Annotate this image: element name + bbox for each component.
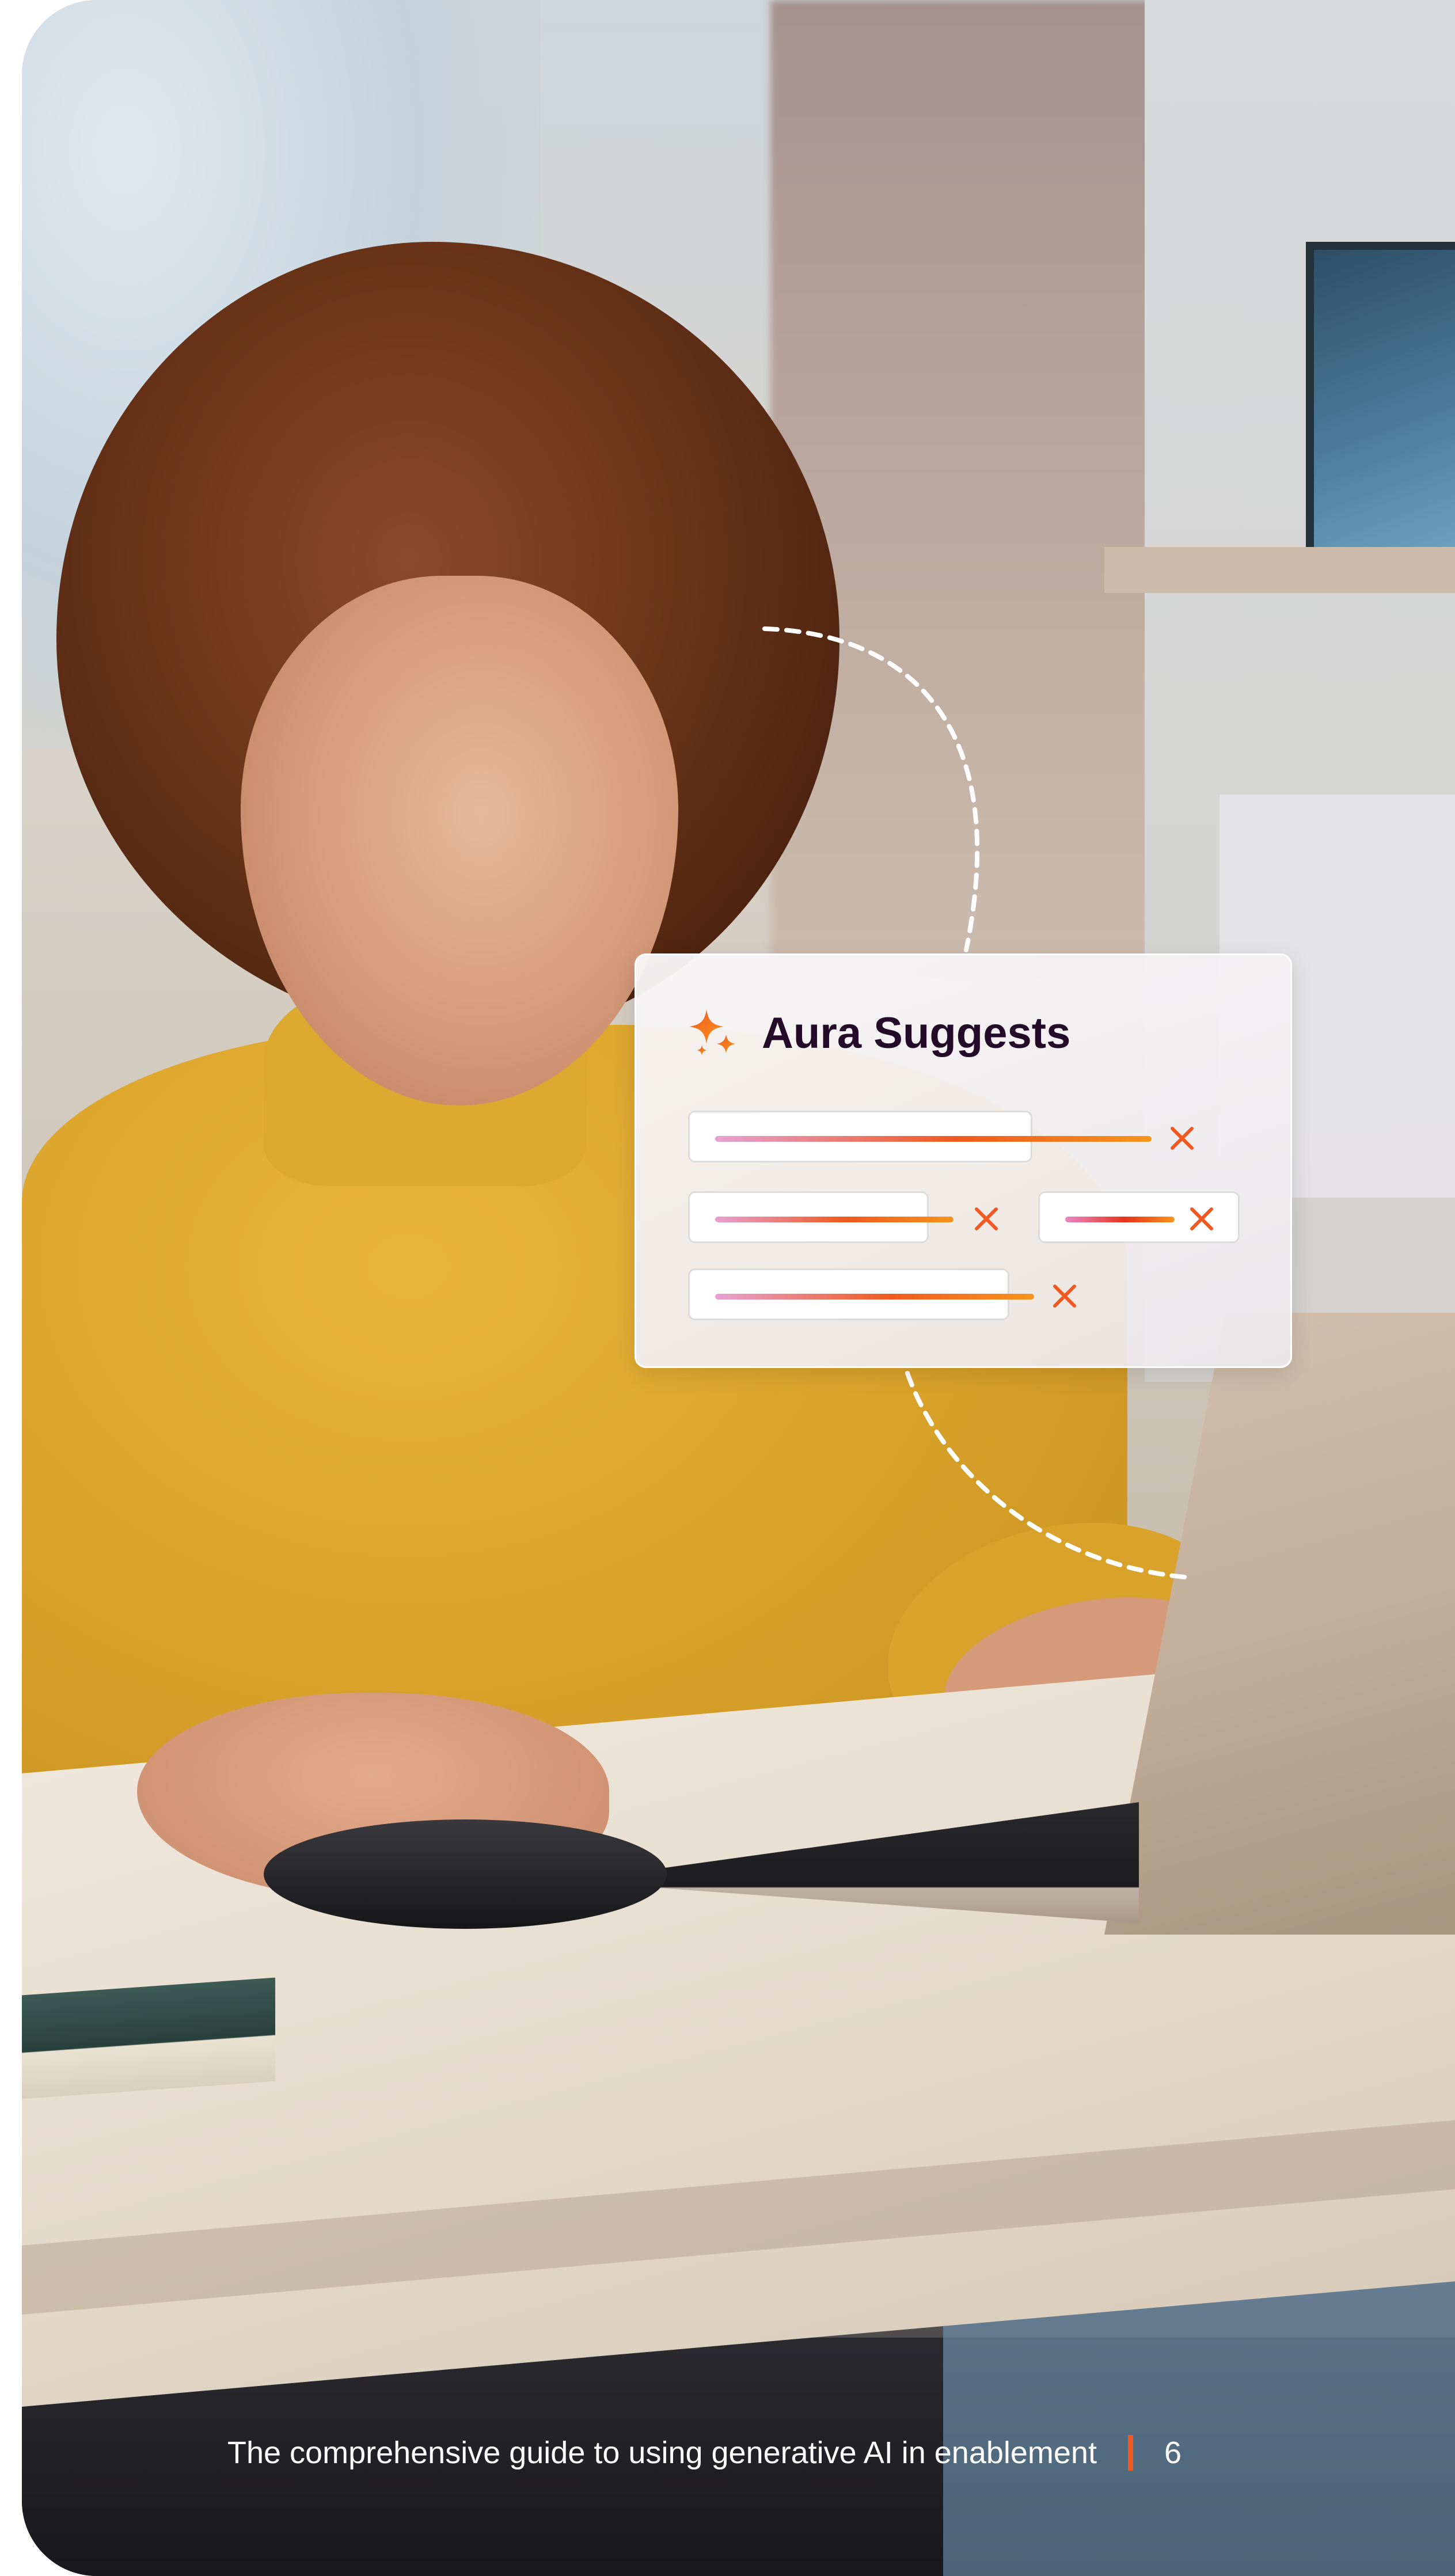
suggestion-chip[interactable] (688, 1268, 1076, 1320)
background-picture-frame (1306, 242, 1455, 557)
footer-title: The comprehensive guide to using generat… (227, 2436, 1097, 2470)
aura-suggests-card: Aura Suggests (635, 953, 1292, 1368)
close-icon[interactable] (972, 1205, 1001, 1233)
suggestion-chip[interactable] (688, 1111, 1194, 1162)
suggestion-placeholder-bar (715, 1217, 953, 1222)
close-icon[interactable] (1050, 1282, 1079, 1310)
notebook (22, 1977, 275, 2099)
sparkle-icon (689, 1009, 735, 1055)
footer-divider (1127, 2435, 1133, 2471)
page-footer: The comprehensive guide to using generat… (227, 2430, 1182, 2476)
suggestion-placeholder-bar (715, 1294, 1034, 1300)
page: Aura Suggests The comprehensive guide to… (0, 0, 1455, 2576)
suggestion-placeholder-bar (1065, 1217, 1175, 1222)
card-header: Aura Suggests (687, 1007, 1070, 1059)
close-icon[interactable] (1187, 1205, 1216, 1233)
background-shelf (1104, 547, 1455, 593)
close-icon[interactable] (1168, 1124, 1196, 1153)
card-title: Aura Suggests (762, 1008, 1071, 1058)
suggestion-chip[interactable] (1038, 1191, 1240, 1243)
page-number: 6 (1164, 2436, 1182, 2470)
computer-mouse (264, 1819, 667, 1929)
suggestion-placeholder-bar (715, 1136, 1152, 1142)
suggestion-chip[interactable] (688, 1191, 998, 1243)
background-brick-wall (770, 0, 1173, 979)
